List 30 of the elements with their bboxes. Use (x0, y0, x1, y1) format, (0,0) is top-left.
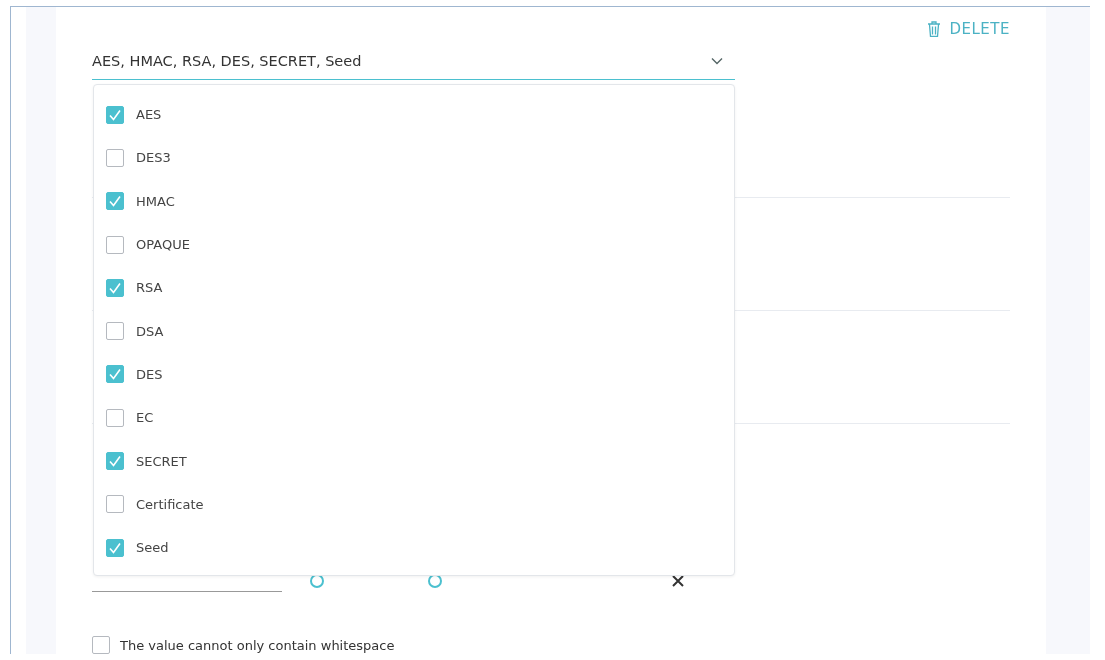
select-field[interactable]: AES, HMAC, RSA, DES, SECRET, Seed (92, 43, 735, 80)
checked-checkbox[interactable] (106, 192, 124, 211)
trash-icon (927, 20, 942, 37)
checkbox[interactable] (106, 495, 124, 514)
checked-checkbox[interactable] (106, 365, 124, 384)
option-label[interactable]: DSA (136, 323, 164, 339)
option-label[interactable]: Seed (136, 540, 169, 556)
option-label[interactable]: AES (136, 107, 162, 123)
checkbox[interactable] (92, 636, 110, 654)
radio-icon[interactable] (310, 574, 324, 588)
option-label[interactable]: SECRET (136, 453, 187, 469)
option-label[interactable]: EC (136, 410, 154, 426)
checked-checkbox[interactable] (106, 105, 124, 124)
checked-checkbox[interactable] (106, 538, 124, 557)
chevron-down-icon (711, 57, 723, 65)
checkbox[interactable] (106, 322, 124, 341)
checkbox-label: The value cannot only contain whitespace (120, 637, 395, 653)
option-label[interactable]: DES (136, 366, 163, 382)
checked-checkbox[interactable] (106, 278, 124, 297)
checkbox[interactable] (106, 408, 124, 427)
option-label[interactable]: Certificate (136, 496, 204, 512)
radio-icon[interactable] (428, 574, 442, 588)
checkbox[interactable] (106, 148, 124, 167)
close-icon[interactable] (672, 575, 684, 587)
option-label[interactable]: HMAC (136, 193, 175, 209)
option-label[interactable]: RSA (136, 280, 163, 296)
option-label[interactable]: OPAQUE (136, 237, 190, 253)
checked-checkbox[interactable] (106, 452, 124, 470)
option-label[interactable]: DES3 (136, 150, 171, 166)
checkbox[interactable] (106, 235, 124, 254)
